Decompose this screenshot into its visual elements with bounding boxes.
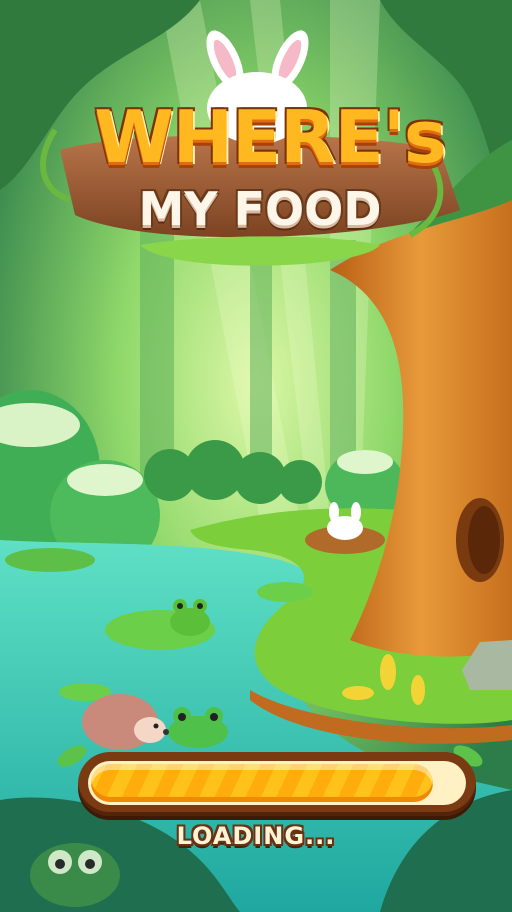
title-line-1: WHERE's: [94, 95, 446, 179]
loading-label: LOADING...: [176, 822, 336, 850]
lily-pad: [257, 582, 313, 602]
loading-bar-fill: [91, 764, 433, 802]
title-line-2: MY FOOD: [138, 182, 382, 236]
hill-mid-snow: [67, 464, 143, 496]
tree-hole-inner: [468, 506, 500, 574]
loading-bar-track: [88, 761, 466, 805]
loading-bar: [78, 752, 476, 816]
lily-pad: [5, 548, 95, 572]
hill-right-snow: [337, 450, 393, 474]
game-title: WHERE's MY FOOD: [0, 0, 512, 300]
foreground-frog-icon: [30, 843, 120, 907]
